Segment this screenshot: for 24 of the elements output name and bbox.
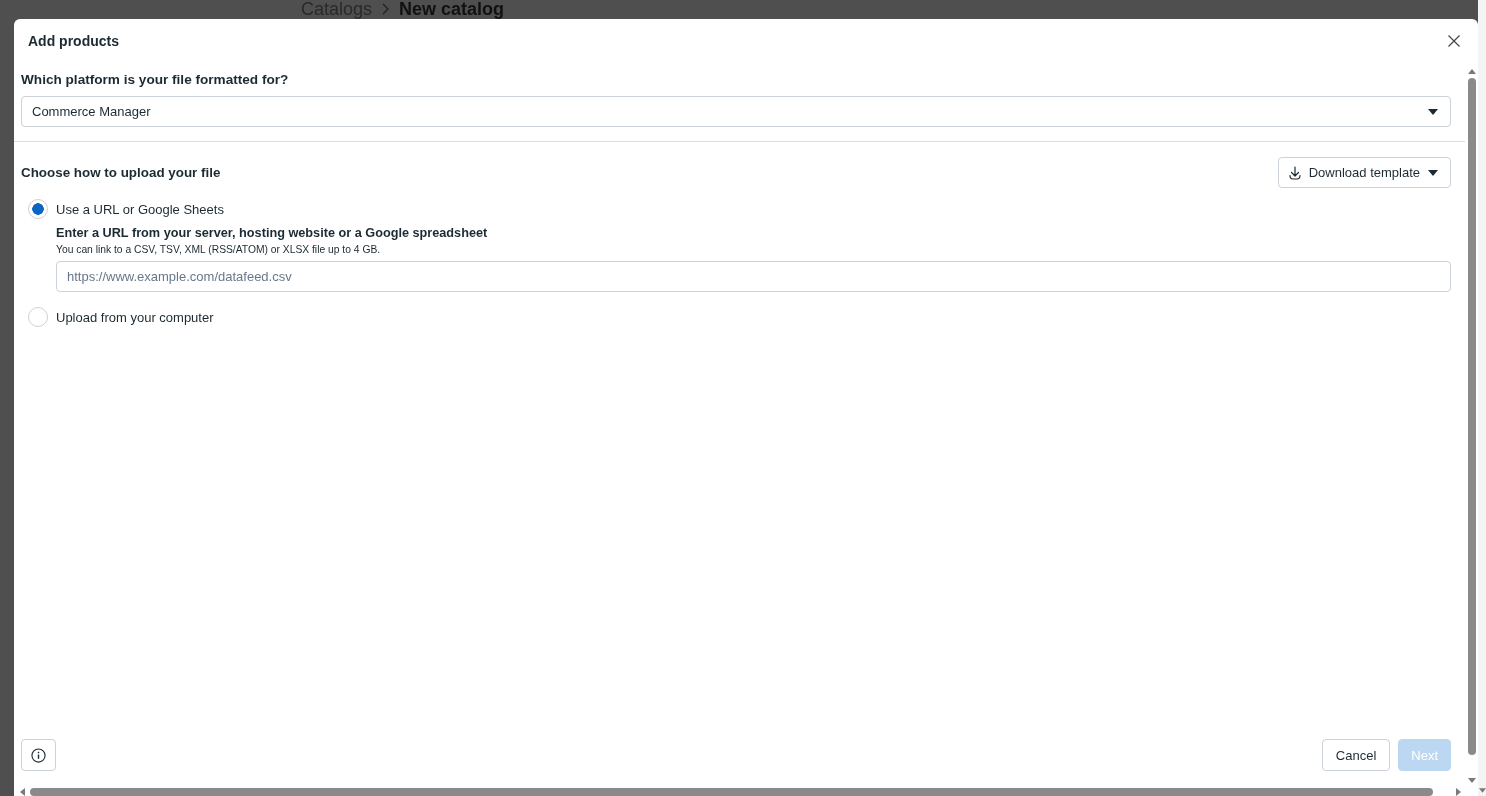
scroll-left-arrow-icon[interactable] (20, 787, 25, 796)
scrollbar-thumb[interactable] (1467, 78, 1476, 755)
download-template-button[interactable]: Download template (1277, 157, 1451, 188)
dialog-title: Add products (28, 33, 119, 49)
chevron-right-icon (382, 3, 390, 15)
scroll-up-arrow-icon[interactable] (1467, 69, 1476, 74)
caret-down-icon (1428, 108, 1438, 115)
platform-question: Which platform is your file formatted for? (21, 71, 289, 89)
close-icon (1448, 35, 1460, 47)
scroll-right-arrow-icon[interactable] (1456, 787, 1461, 796)
caret-down-icon (1428, 169, 1438, 176)
url-input-field[interactable]: https://www.example.com/datafeed.csv (56, 261, 1451, 292)
url-hint: You can link to a CSV, TSV, XML (RSS/ATOM) or XLSX file up to 4 GB. (56, 243, 381, 256)
upload-heading: Choose how to upload your file (21, 165, 221, 180)
cancel-button[interactable]: Cancel (1321, 739, 1391, 771)
scrollbar-thumb[interactable] (30, 787, 1433, 796)
platform-select[interactable]: Commerce Manager (21, 96, 1451, 127)
upload-option[interactable]: Upload from your computer (28, 307, 214, 327)
download-icon (1288, 165, 1301, 180)
info-button[interactable] (21, 739, 56, 771)
upload-option[interactable]: Use a URL or Google Sheets (28, 199, 224, 219)
info-icon (31, 747, 46, 763)
close-button[interactable] (1448, 35, 1460, 47)
url-heading: Enter a URL from your server, hosting website or a Google spreadsheet (56, 225, 488, 241)
